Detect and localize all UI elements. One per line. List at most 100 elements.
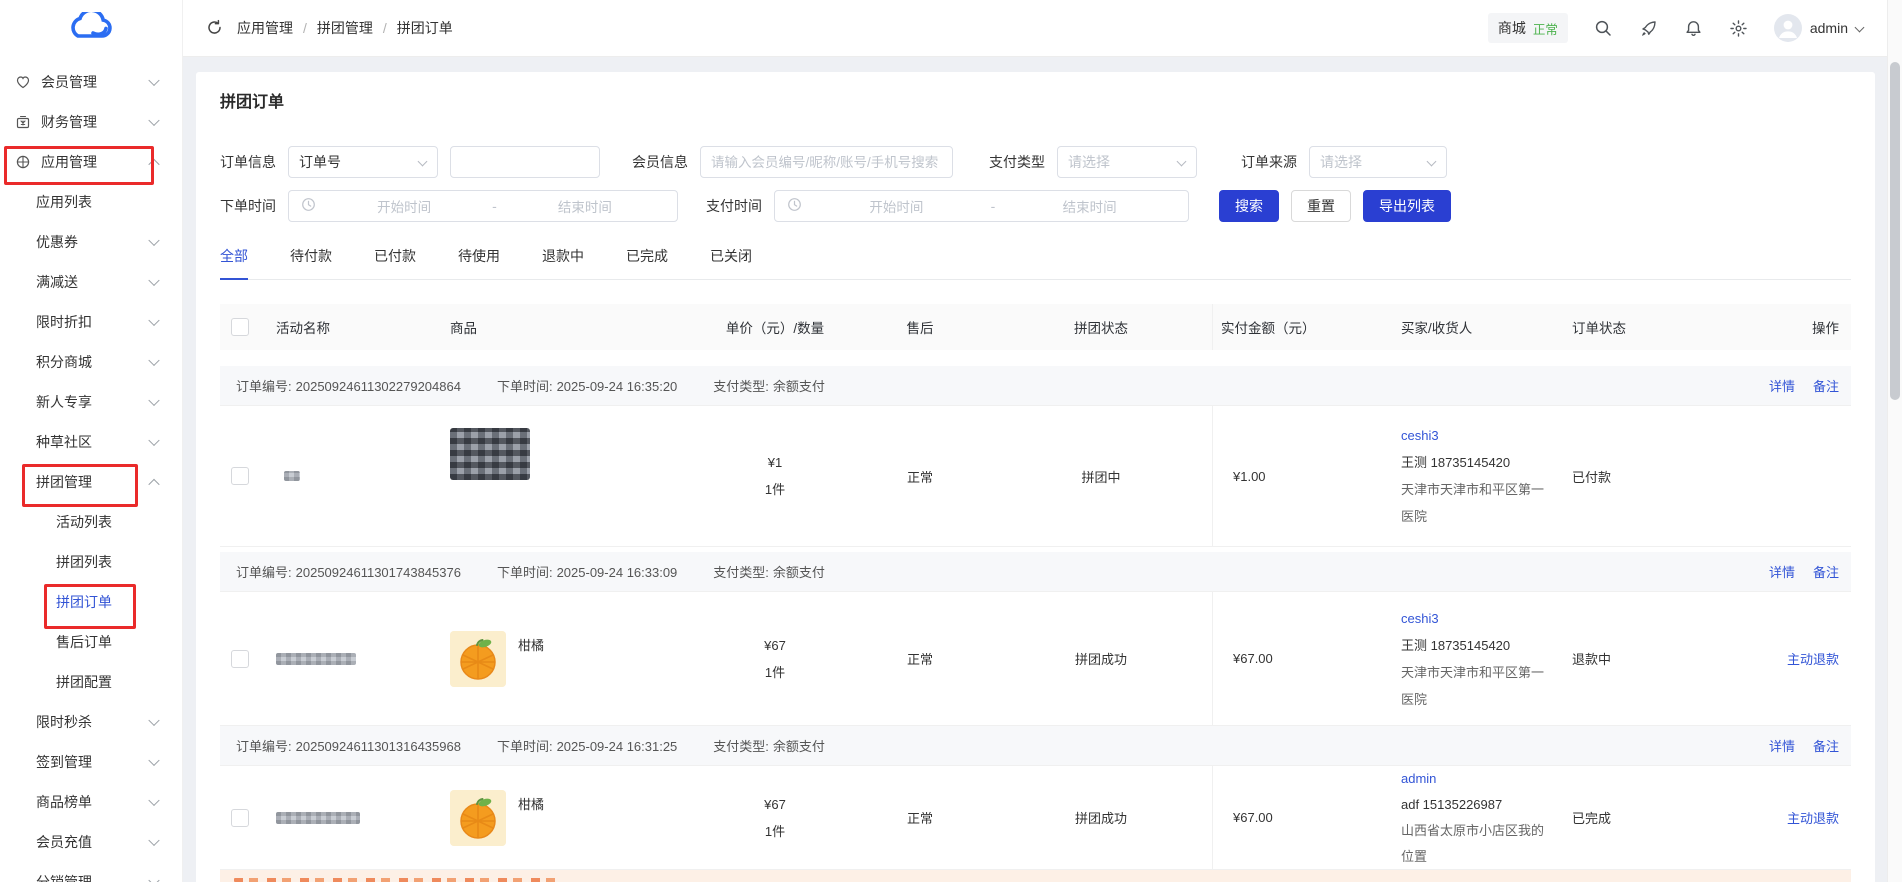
paid-amount: ¥1.00: [1212, 406, 1390, 546]
col-header-paid-amount: 实付金额（元）: [1212, 304, 1390, 350]
row-checkbox[interactable]: [231, 809, 249, 827]
chevron-down-icon: [148, 875, 159, 882]
col-header-actions: 操作: [1735, 304, 1851, 350]
sidebar-item-distribution-mgmt[interactable]: 分销管理: [0, 862, 182, 882]
pay-type-label: 支付类型: [989, 152, 1045, 172]
detail-link[interactable]: 详情: [1769, 562, 1795, 581]
chevron-down-icon: [148, 395, 159, 406]
tab-closed[interactable]: 已关闭: [710, 246, 752, 279]
detail-link[interactable]: 详情: [1769, 376, 1795, 395]
breadcrumb-item[interactable]: 应用管理: [237, 18, 293, 38]
sidebar-item-member-recharge[interactable]: 会员充值: [0, 822, 182, 862]
sidebar-item-coupon[interactable]: 优惠券: [0, 222, 182, 262]
sidebar-item-full-reduction[interactable]: 满减送: [0, 262, 182, 302]
receiver: 王测 18735145420: [1401, 632, 1510, 659]
order-source-select[interactable]: 请选择: [1309, 146, 1447, 178]
breadcrumb-item[interactable]: 拼团订单: [397, 18, 453, 38]
sidebar-item-label: 活动列表: [56, 512, 112, 532]
pay-type-select[interactable]: 请选择: [1057, 146, 1197, 178]
sidebar-item-app-mgmt[interactable]: 应用管理: [0, 142, 182, 182]
detail-link[interactable]: 详情: [1769, 736, 1795, 755]
tab-completed[interactable]: 已完成: [626, 246, 668, 279]
row-checkbox[interactable]: [231, 467, 249, 485]
sidebar-item-product-ranking[interactable]: 商品榜单: [0, 782, 182, 822]
reset-button[interactable]: 重置: [1291, 190, 1351, 222]
sidebar-item-member-mgmt[interactable]: 会员管理: [0, 62, 182, 102]
order-time-value: 2025-09-24 16:33:09: [557, 565, 678, 580]
chevron-down-icon: [148, 795, 159, 806]
remark-link[interactable]: 备注: [1813, 376, 1839, 395]
tab-paid[interactable]: 已付款: [374, 246, 416, 279]
vertical-scrollbar[interactable]: [1887, 0, 1902, 882]
status-tabs: 全部 待付款 已付款 待使用 退款中 已完成 已关闭: [220, 246, 1851, 280]
sidebar-item-finance-mgmt[interactable]: 财务管理: [0, 102, 182, 142]
shop-status-badge[interactable]: 商城 正常: [1488, 13, 1568, 43]
filter-row-2: 下单时间 开始时间 - 结束时间 支付时间 开始时间 - 结束时间 搜索 重置 …: [220, 190, 1851, 222]
order-no-input[interactable]: [450, 146, 600, 178]
buyer-link[interactable]: ceshi3: [1401, 422, 1439, 449]
sidebar-item-activity-list[interactable]: 活动列表: [0, 502, 182, 542]
order-time-range-picker[interactable]: 开始时间 - 结束时间: [288, 190, 678, 222]
buyer-link[interactable]: ceshi3: [1401, 605, 1439, 632]
row-checkbox[interactable]: [231, 650, 249, 668]
pay-type-value: 余额支付: [773, 379, 825, 394]
username: admin: [1810, 20, 1848, 36]
avatar: [1774, 14, 1802, 42]
user-menu[interactable]: admin: [1774, 14, 1864, 42]
chevron-down-icon: [148, 835, 159, 846]
manual-refund-link[interactable]: 主动退款: [1787, 649, 1839, 668]
order-row: ¥1 1件 正常 拼团中 ¥1.00 ceshi3 王测 18735145420…: [220, 406, 1851, 547]
pay-time-range-picker[interactable]: 开始时间 - 结束时间: [774, 190, 1189, 222]
pay-type-label: 支付类型:: [713, 739, 769, 754]
remark-link[interactable]: 备注: [1813, 562, 1839, 581]
sidebar-item-group-list[interactable]: 拼团列表: [0, 542, 182, 582]
sidebar-item-label: 应用列表: [36, 192, 92, 212]
clipped-order-text: [234, 878, 564, 882]
topbar: 应用管理 / 拼团管理 / 拼团订单 商城 正常: [182, 0, 1888, 57]
sidebar-item-flash-sale[interactable]: 限时秒杀: [0, 702, 182, 742]
sidebar-menu: 会员管理 财务管理 应用管理 应用列表 优惠券 满减送 限时折扣 积: [0, 62, 182, 882]
breadcrumb-separator: /: [303, 20, 307, 36]
bell-icon[interactable]: [1684, 19, 1703, 38]
refresh-icon[interactable]: [206, 19, 225, 38]
select-all-checkbox[interactable]: [231, 318, 249, 336]
chevron-down-icon: [148, 755, 159, 766]
order-time-label: 下单时间:: [497, 565, 553, 580]
topbar-right: 商城 正常 admin: [1488, 13, 1864, 43]
sidebar-item-newcomer[interactable]: 新人专享: [0, 382, 182, 422]
tab-pending-payment[interactable]: 待付款: [290, 246, 332, 279]
sidebar-item-app-list[interactable]: 应用列表: [0, 182, 182, 222]
search-button[interactable]: 搜索: [1219, 190, 1279, 222]
scrollbar-thumb[interactable]: [1890, 62, 1900, 400]
sidebar-item-group-mgmt[interactable]: 拼团管理: [0, 462, 182, 502]
member-search-input[interactable]: [700, 146, 953, 178]
order-info-type-select[interactable]: 订单号: [288, 146, 438, 178]
sidebar-item-community[interactable]: 种草社区: [0, 422, 182, 462]
rocket-icon[interactable]: [1639, 19, 1658, 38]
search-icon[interactable]: [1594, 19, 1613, 38]
sidebar-item-group-config[interactable]: 拼团配置: [0, 662, 182, 702]
blurred-product-image: [450, 428, 530, 480]
gear-icon[interactable]: [1729, 19, 1748, 38]
breadcrumb-item[interactable]: 拼团管理: [317, 18, 373, 38]
pay-type-label: 支付类型:: [713, 565, 769, 580]
quantity: 1件: [765, 476, 785, 503]
sidebar-item-points-mall[interactable]: 积分商城: [0, 342, 182, 382]
sidebar-item-checkin-mgmt[interactable]: 签到管理: [0, 742, 182, 782]
product-image-orange: [450, 790, 506, 846]
tab-refunding[interactable]: 退款中: [542, 246, 584, 279]
manual-refund-link[interactable]: 主动退款: [1787, 808, 1839, 827]
sidebar-item-time-discount[interactable]: 限时折扣: [0, 302, 182, 342]
tab-all[interactable]: 全部: [220, 246, 248, 279]
filter-row-1: 订单信息 订单号 会员信息 支付类型 请选择 订单来源 请选择: [220, 146, 1851, 178]
sidebar-item-aftersale-orders[interactable]: 售后订单: [0, 622, 182, 662]
buyer-link[interactable]: admin: [1401, 766, 1436, 792]
tab-to-use[interactable]: 待使用: [458, 246, 500, 279]
remark-link[interactable]: 备注: [1813, 736, 1839, 755]
sidebar-item-label: 拼团订单: [56, 592, 112, 612]
breadcrumb-separator: /: [383, 20, 387, 36]
aftersale-status: 正常: [850, 592, 990, 725]
logo[interactable]: [0, 0, 182, 56]
export-button[interactable]: 导出列表: [1363, 190, 1451, 222]
sidebar-item-group-orders[interactable]: 拼团订单: [0, 582, 182, 622]
